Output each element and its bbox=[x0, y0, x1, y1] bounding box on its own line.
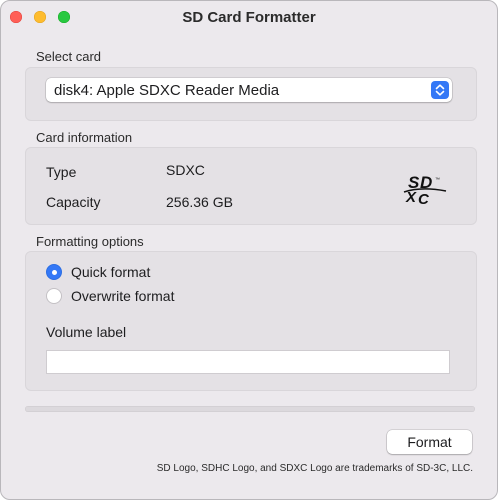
svg-text:™: ™ bbox=[435, 177, 440, 183]
type-value: SDXC bbox=[166, 162, 205, 178]
select-card-label: Select card bbox=[36, 49, 102, 64]
quick-format-radio[interactable] bbox=[46, 264, 62, 280]
sdxc-logo: S D ™ X C bbox=[403, 173, 447, 208]
trademark-notice: SD Logo, SDHC Logo, and SDXC Logo are tr… bbox=[156, 463, 473, 474]
overwrite-format-radio[interactable] bbox=[46, 288, 62, 304]
card-information-label: Card information bbox=[36, 130, 133, 145]
type-label: Type bbox=[46, 164, 77, 180]
formatting-options-label: Formatting options bbox=[36, 234, 144, 249]
volume-label-input[interactable] bbox=[46, 350, 450, 374]
capacity-label: Capacity bbox=[46, 194, 101, 210]
card-select-popup[interactable]: disk4: Apple SDXC Reader Media bbox=[46, 78, 452, 102]
sd-card-formatter-window: SD Card Formatter Select card disk4: App… bbox=[0, 0, 498, 500]
card-information-group: Type SDXC Capacity 256.36 GB S D ™ X C bbox=[25, 147, 477, 225]
capacity-value: 256.36 GB bbox=[166, 194, 233, 210]
title-bar: SD Card Formatter bbox=[1, 1, 497, 33]
up-down-chevron-icon bbox=[431, 81, 449, 99]
svg-text:C: C bbox=[418, 191, 430, 208]
formatting-options-group: Quick format Overwrite format Volume lab… bbox=[25, 251, 477, 391]
window-title: SD Card Formatter bbox=[182, 9, 316, 26]
volume-label-text: Volume label bbox=[46, 324, 127, 340]
select-card-group: disk4: Apple SDXC Reader Media bbox=[25, 67, 477, 121]
quick-format-radio-row[interactable]: Quick format bbox=[46, 263, 150, 281]
overwrite-format-radio-row[interactable]: Overwrite format bbox=[46, 287, 174, 305]
format-progress-bar bbox=[25, 406, 475, 412]
overwrite-format-text: Overwrite format bbox=[71, 288, 175, 304]
format-button[interactable]: Format bbox=[387, 430, 472, 454]
selected-card-text: disk4: Apple SDXC Reader Media bbox=[54, 82, 280, 99]
quick-format-text: Quick format bbox=[71, 264, 151, 280]
